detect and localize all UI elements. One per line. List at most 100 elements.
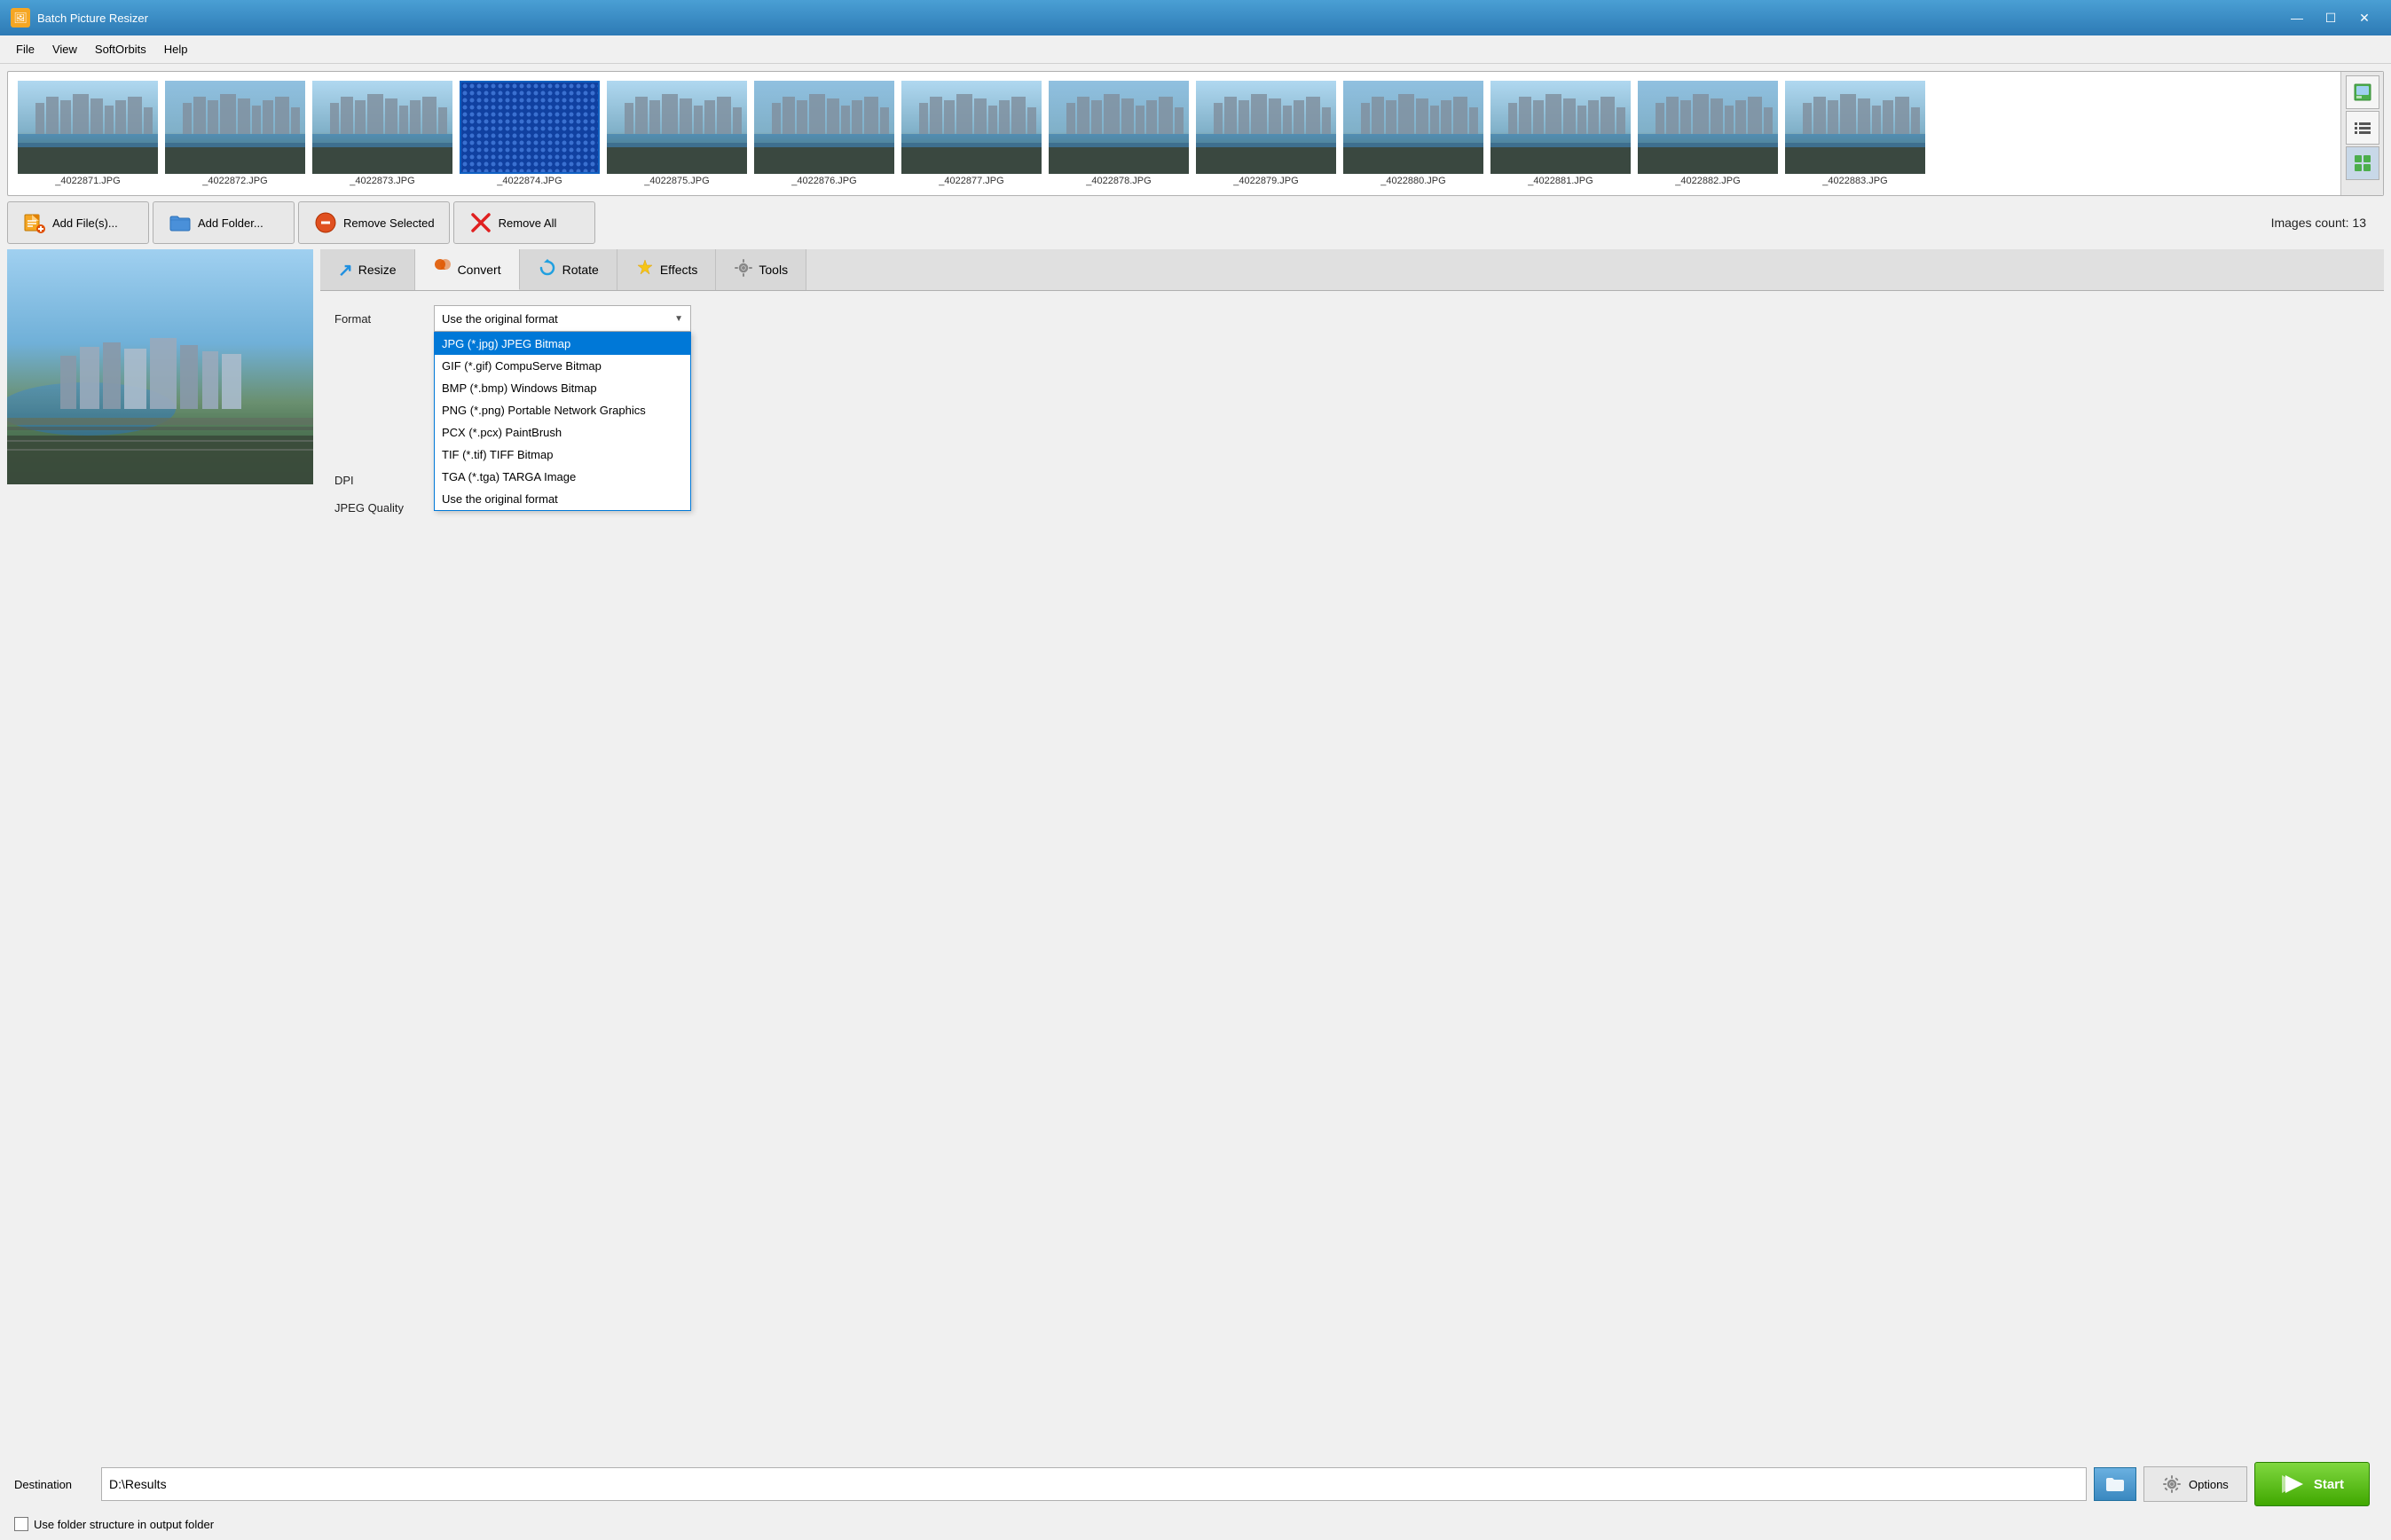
add-folder-button[interactable]: Add Folder... xyxy=(153,201,295,244)
folder-icon xyxy=(2104,1473,2126,1495)
main-container: _4022871.JPG_4022872.JPG _4022873.JPG _402… xyxy=(0,64,2391,1540)
destination-label: Destination xyxy=(14,1478,94,1491)
view-grid-icon[interactable] xyxy=(2346,146,2379,180)
format-option[interactable]: BMP (*.bmp) Windows Bitmap xyxy=(435,377,690,399)
gallery-item[interactable]: _4022879.JPG xyxy=(1195,81,1337,186)
format-option[interactable]: PNG (*.png) Portable Network Graphics xyxy=(435,399,690,421)
gallery-item[interactable]: _4022873.JPG xyxy=(311,81,453,186)
gallery-item-label: _4022883.JPG xyxy=(1822,176,1887,186)
menu-view[interactable]: View xyxy=(43,39,86,59)
format-option[interactable]: PCX (*.pcx) PaintBrush xyxy=(435,421,690,444)
dpi-label: DPI xyxy=(334,474,423,487)
start-button[interactable]: Start xyxy=(2254,1462,2370,1506)
close-button[interactable]: ✕ xyxy=(2348,5,2380,30)
minimize-button[interactable]: — xyxy=(2281,5,2313,30)
gallery-item[interactable]: _4022880.JPG xyxy=(1342,81,1484,186)
options-button[interactable]: Options xyxy=(2143,1466,2247,1502)
convert-icon xyxy=(433,257,452,281)
preview-image xyxy=(7,249,313,484)
gallery-item[interactable]: _4022872.JPG xyxy=(164,81,306,186)
maximize-button[interactable]: ☐ xyxy=(2315,5,2347,30)
gallery-item[interactable]: _4022882.JPG xyxy=(1637,81,1779,186)
gallery-thumbnail xyxy=(1638,81,1778,174)
format-dropdown[interactable]: Use the original format ▼ xyxy=(434,305,691,332)
format-dropdown-list: JPG (*.jpg) JPEG BitmapGIF (*.gif) Compu… xyxy=(434,332,691,511)
gallery-item-label: _4022882.JPG xyxy=(1675,176,1740,186)
options-gear-icon xyxy=(2162,1474,2182,1494)
gallery-item[interactable]: _4022876.JPG xyxy=(753,81,895,186)
gallery-thumbnail xyxy=(1490,81,1631,174)
format-row: Format Use the original format ▼ JPG (*.… xyxy=(334,305,2370,332)
options-label: Options xyxy=(2189,1478,2229,1491)
tab-convert[interactable]: Convert xyxy=(415,249,520,290)
gallery-item-label: _4022877.JPG xyxy=(939,176,1003,186)
gallery-item-label: _4022878.JPG xyxy=(1086,176,1151,186)
add-files-label: Add File(s)... xyxy=(52,216,118,230)
remove-all-label: Remove All xyxy=(499,216,557,230)
view-sidebar xyxy=(2340,72,2383,195)
gallery-thumbnail xyxy=(1049,81,1189,174)
destination-browse-button[interactable] xyxy=(2094,1467,2136,1501)
gallery-thumbnail xyxy=(1785,81,1925,174)
format-option[interactable]: JPG (*.jpg) JPEG Bitmap xyxy=(435,333,690,355)
start-icon xyxy=(2280,1472,2305,1497)
gallery-item[interactable]: _4022874.JPG xyxy=(459,81,601,186)
bottom-section: ↗ Resize Convert Rotate xyxy=(7,249,2384,1453)
gallery-item[interactable]: _4022881.JPG xyxy=(1490,81,1632,186)
gallery-item[interactable]: _4022877.JPG xyxy=(901,81,1042,186)
format-option[interactable]: GIF (*.gif) CompuServe Bitmap xyxy=(435,355,690,377)
gallery-item[interactable]: _4022871.JPG xyxy=(17,81,159,186)
gallery-thumbnail xyxy=(18,81,158,174)
gallery-item-label: _4022881.JPG xyxy=(1528,176,1593,186)
destination-input[interactable] xyxy=(101,1467,2087,1501)
app-icon: 🖼 xyxy=(11,8,30,28)
format-option[interactable]: TIF (*.tif) TIFF Bitmap xyxy=(435,444,690,466)
gallery-grid: _4022871.JPG_4022872.JPG _4022873.JPG _402… xyxy=(17,81,2332,186)
tab-effects[interactable]: Effects xyxy=(617,249,717,290)
dropdown-arrow-icon: ▼ xyxy=(674,314,683,324)
folder-structure-label: Use folder structure in output folder xyxy=(34,1518,214,1531)
start-label: Start xyxy=(2314,1477,2344,1492)
format-dropdown-container: Use the original format ▼ JPG (*.jpg) JP… xyxy=(434,305,691,332)
gallery-thumbnail xyxy=(460,81,600,174)
effects-icon xyxy=(635,258,655,282)
tab-convert-label: Convert xyxy=(458,263,501,277)
add-folder-label: Add Folder... xyxy=(198,216,263,230)
gallery-thumbnail xyxy=(754,81,894,174)
gallery-inner: _4022871.JPG_4022872.JPG _4022873.JPG _402… xyxy=(17,81,2374,186)
remove-all-button[interactable]: Remove All xyxy=(453,201,595,244)
add-folder-icon xyxy=(168,210,193,235)
tab-resize[interactable]: ↗ Resize xyxy=(320,249,415,290)
gallery-item[interactable]: _4022878.JPG xyxy=(1048,81,1190,186)
right-panel: ↗ Resize Convert Rotate xyxy=(320,249,2384,1453)
add-files-button[interactable]: Add File(s)... xyxy=(7,201,149,244)
remove-selected-button[interactable]: Remove Selected xyxy=(298,201,450,244)
gallery-panel: _4022871.JPG_4022872.JPG _4022873.JPG _402… xyxy=(7,71,2384,196)
gallery-item-label: _4022875.JPG xyxy=(644,176,709,186)
view-list-icon[interactable] xyxy=(2346,111,2379,145)
gallery-item-label: _4022873.JPG xyxy=(350,176,414,186)
menu-file[interactable]: File xyxy=(7,39,43,59)
window-title: Batch Picture Resizer xyxy=(37,12,2281,25)
preview-panel xyxy=(7,249,313,1453)
tab-rotate[interactable]: Rotate xyxy=(520,249,617,290)
menu-bar: File View SoftOrbits Help xyxy=(0,35,2391,64)
gallery-thumbnail xyxy=(1343,81,1483,174)
format-option[interactable]: TGA (*.tga) TARGA Image xyxy=(435,466,690,488)
convert-tab-content: Format Use the original format ▼ JPG (*.… xyxy=(320,291,2384,1453)
format-option[interactable]: Use the original format xyxy=(435,488,690,510)
window-controls: — ☐ ✕ xyxy=(2281,5,2380,30)
menu-help[interactable]: Help xyxy=(155,39,197,59)
jpeg-quality-label: JPEG Quality xyxy=(334,501,423,515)
toolbar: Add File(s)... Add Folder... Remove Sele… xyxy=(7,201,2384,244)
menu-softorbits[interactable]: SoftOrbits xyxy=(86,39,155,59)
tab-tools[interactable]: Tools xyxy=(716,249,806,290)
tab-resize-label: Resize xyxy=(358,263,397,277)
folder-structure-checkbox[interactable] xyxy=(14,1517,28,1531)
gallery-item[interactable]: _4022883.JPG xyxy=(1784,81,1926,186)
view-image-icon[interactable] xyxy=(2346,75,2379,109)
gallery-item[interactable]: _4022875.JPG xyxy=(606,81,748,186)
gallery-item-label: _4022880.JPG xyxy=(1380,176,1445,186)
gallery-thumbnail xyxy=(901,81,1042,174)
destination-controls xyxy=(2094,1467,2136,1501)
